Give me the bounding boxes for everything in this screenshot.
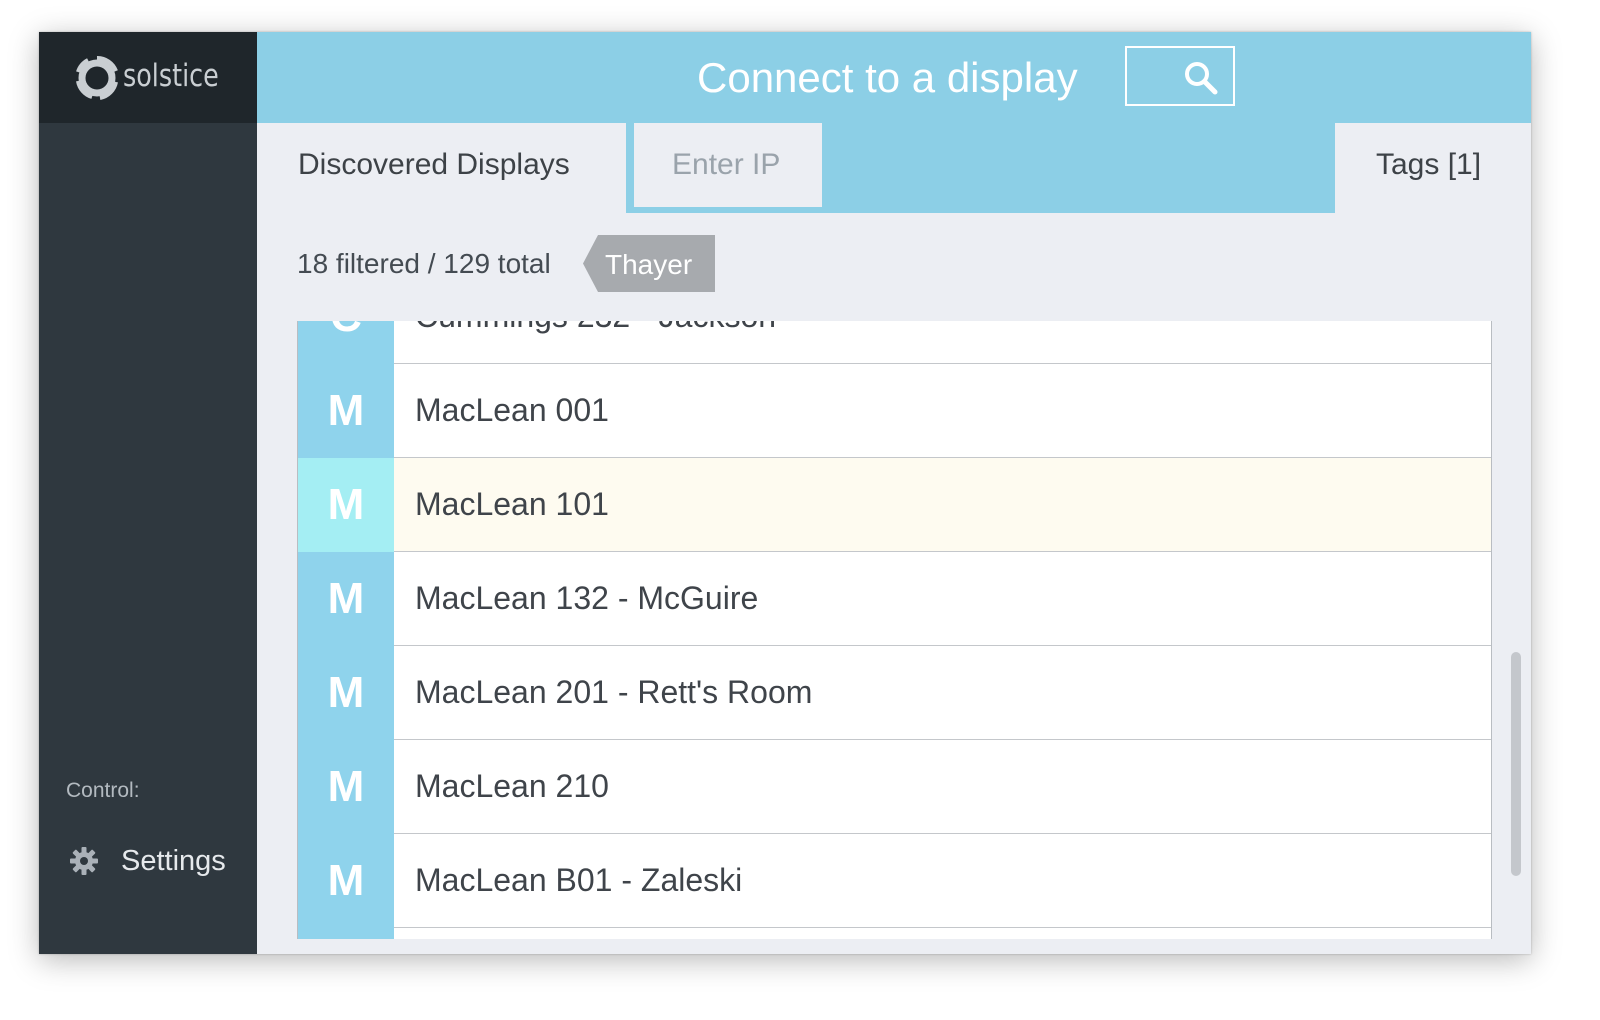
- tab-bar: Discovered Displays Enter IP Tags [1]: [257, 123, 1531, 213]
- settings-label: Settings: [121, 845, 226, 877]
- logo-text: solstice: [123, 58, 219, 94]
- tab-discovered-displays-label: Discovered Displays: [298, 148, 570, 181]
- display-initial: M: [298, 552, 394, 646]
- list-item[interactable]: C Cummings 232 - Jackson: [298, 321, 1491, 364]
- display-initial: M: [298, 458, 394, 552]
- logo-bar: solstice: [39, 32, 257, 123]
- search-button[interactable]: [1125, 46, 1235, 106]
- display-initial: M: [298, 928, 394, 939]
- header-bar: Connect to a display: [257, 32, 1531, 123]
- list-item[interactable]: M MacLean 201 - Rett's Room: [298, 646, 1491, 740]
- list-item[interactable]: M MacLean 132 - McGuire: [298, 552, 1491, 646]
- search-icon: [1185, 62, 1218, 95]
- list-item[interactable]: M: [298, 928, 1491, 939]
- tag-chip-label: Thayer: [605, 249, 693, 280]
- tab-tags-label: Tags [1]: [1376, 148, 1482, 181]
- sidebar: solstice Control: Settings: [39, 32, 257, 954]
- list-item[interactable]: M MacLean B01 - Zaleski: [298, 834, 1491, 928]
- display-name: MacLean 201 - Rett's Room: [415, 674, 813, 710]
- display-initial: M: [298, 364, 394, 458]
- display-initial: M: [298, 834, 394, 928]
- list-item[interactable]: M MacLean 001: [298, 364, 1491, 458]
- display-name: MacLean 210: [415, 768, 609, 804]
- tab-discovered-displays[interactable]: Discovered Displays: [257, 123, 626, 213]
- display-name: MacLean B01 - Zaleski: [415, 862, 743, 898]
- display-initial: M: [298, 646, 394, 740]
- display-name: Cummings 232 - Jackson: [415, 321, 776, 335]
- gear-icon: [70, 847, 98, 875]
- display-name: MacLean 001: [415, 392, 609, 428]
- display-initial: M: [298, 740, 394, 834]
- list-scrollbar[interactable]: [1511, 652, 1521, 876]
- tab-enter-ip[interactable]: Enter IP: [634, 123, 822, 207]
- settings-button[interactable]: Settings: [63, 838, 243, 884]
- display-name: MacLean 132 - McGuire: [415, 580, 759, 616]
- display-name: MacLean 101: [415, 486, 609, 522]
- page-title: Connect to a display: [697, 54, 1078, 101]
- app-window: solstice Control: Settings Connect to a …: [39, 32, 1531, 954]
- tab-enter-ip-label: Enter IP: [672, 148, 781, 181]
- display-list: C Cummings 232 - Jackson M MacLean 001 M…: [297, 321, 1492, 939]
- control-section-label: Control:: [66, 779, 140, 802]
- tab-tags[interactable]: Tags [1]: [1335, 123, 1531, 213]
- tag-chip-thayer[interactable]: Thayer: [583, 235, 715, 292]
- filter-count: 18 filtered / 129 total: [297, 248, 551, 279]
- display-initial: C: [298, 321, 394, 364]
- list-item-selected[interactable]: M MacLean 101: [298, 458, 1491, 552]
- list-item[interactable]: M MacLean 210: [298, 740, 1491, 834]
- solstice-logo-icon: [76, 56, 118, 100]
